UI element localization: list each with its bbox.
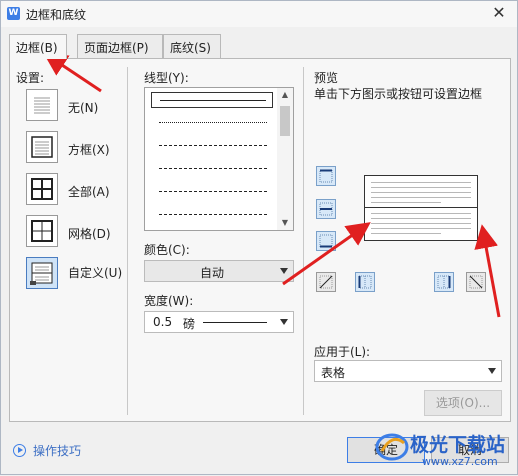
- dialog-title: 边框和底纹: [26, 8, 87, 22]
- border-bottom-button[interactable]: [316, 231, 336, 251]
- wps-writer-icon: W: [7, 7, 20, 20]
- color-value: 自动: [200, 266, 225, 280]
- setting-box-button[interactable]: [26, 131, 58, 163]
- watermark: 极光下载站 www.xz7.com: [374, 421, 518, 476]
- preview-hint: 单击下方图示或按钮可设置边框: [314, 87, 483, 101]
- title-bar: W 边框和底纹 ✕: [1, 1, 517, 27]
- tab-borders[interactable]: 边框(B): [9, 34, 67, 59]
- width-heading: 宽度(W):: [144, 294, 194, 308]
- chevron-down-icon: [488, 368, 496, 374]
- apply-to-value: 表格: [321, 366, 346, 380]
- settings-heading: 设置:: [16, 71, 45, 85]
- diagonal-up-button[interactable]: [316, 272, 336, 292]
- column-divider: [303, 67, 304, 415]
- width-value: 0.5: [153, 315, 173, 329]
- color-heading: 颜色(C):: [144, 243, 190, 257]
- border-grid-icon: [31, 220, 53, 242]
- line-style-dotted[interactable]: [151, 115, 273, 131]
- line-style-list[interactable]: ▲ ▼: [144, 87, 294, 231]
- width-select[interactable]: 0.5 磅: [144, 311, 294, 333]
- borders-panel: 设置: 无(N) 方框(X) 全部(A) 网格(D) 自定义(U) 线型(Y):…: [9, 58, 511, 422]
- color-select[interactable]: 自动: [144, 260, 294, 282]
- border-inside-horizontal-button[interactable]: [316, 199, 336, 219]
- border-right-button[interactable]: [434, 272, 454, 292]
- chevron-down-icon: [280, 268, 288, 274]
- apply-to-select[interactable]: 表格: [314, 360, 502, 382]
- border-bottom-icon: [319, 234, 333, 248]
- setting-all-label: 全部(A): [68, 185, 110, 199]
- line-style-short-dash[interactable]: [151, 138, 273, 154]
- border-inside-horizontal-icon: [319, 202, 333, 216]
- border-left-icon: [358, 275, 372, 289]
- watermark-text: 极光下载站: [410, 434, 506, 456]
- border-preview[interactable]: [364, 175, 478, 241]
- setting-none-button[interactable]: [26, 89, 58, 121]
- chevron-down-icon: [280, 319, 288, 325]
- borders-shading-dialog: W 边框和底纹 ✕ 边框(B) 页面边框(P) 底纹(S) 设置: 无(N) 方…: [0, 0, 518, 475]
- border-none-icon: [34, 97, 50, 114]
- scroll-up-icon[interactable]: ▲: [277, 88, 293, 102]
- apply-to-heading: 应用于(L):: [314, 345, 371, 359]
- setting-custom-label: 自定义(U): [68, 266, 123, 280]
- width-sample-line: [203, 322, 267, 323]
- setting-all-button[interactable]: [26, 173, 58, 205]
- border-custom-icon: [30, 262, 53, 285]
- tab-shading[interactable]: 底纹(S): [163, 34, 221, 58]
- scroll-down-icon[interactable]: ▼: [277, 216, 293, 230]
- tab-page-border[interactable]: 页面边框(P): [77, 34, 163, 58]
- diagonal-down-button[interactable]: [466, 272, 486, 292]
- scroll-thumb[interactable]: [280, 106, 290, 136]
- options-button[interactable]: 选项(O)...: [424, 390, 502, 416]
- border-left-button[interactable]: [355, 272, 375, 292]
- setting-custom-button[interactable]: [26, 257, 58, 289]
- line-style-heading: 线型(Y):: [144, 71, 189, 85]
- border-box-icon: [31, 136, 53, 158]
- line-style-dash-dot[interactable]: [151, 184, 273, 200]
- line-style-dash-dot-dot[interactable]: [151, 207, 273, 223]
- play-circle-icon: [13, 444, 26, 457]
- border-top-icon: [319, 169, 333, 183]
- setting-box-label: 方框(X): [68, 143, 110, 157]
- watermark-url: www.xz7.com: [422, 455, 498, 468]
- diagonal-down-icon: [469, 275, 483, 289]
- border-right-icon: [437, 275, 451, 289]
- diagonal-up-icon: [319, 275, 333, 289]
- tips-label: 操作技巧: [33, 444, 82, 458]
- column-divider: [127, 67, 128, 415]
- border-top-button[interactable]: [316, 166, 336, 186]
- border-all-icon: [31, 178, 53, 200]
- line-style-scrollbar[interactable]: ▲ ▼: [277, 88, 293, 230]
- setting-none-label: 无(N): [68, 101, 99, 115]
- preview-heading: 预览: [314, 71, 339, 85]
- setting-grid-label: 网格(D): [68, 227, 111, 241]
- width-unit: 磅: [183, 317, 196, 331]
- close-icon[interactable]: ✕: [489, 3, 509, 23]
- setting-grid-button[interactable]: [26, 215, 58, 247]
- line-style-dash[interactable]: [151, 161, 273, 177]
- line-style-solid[interactable]: [151, 92, 273, 108]
